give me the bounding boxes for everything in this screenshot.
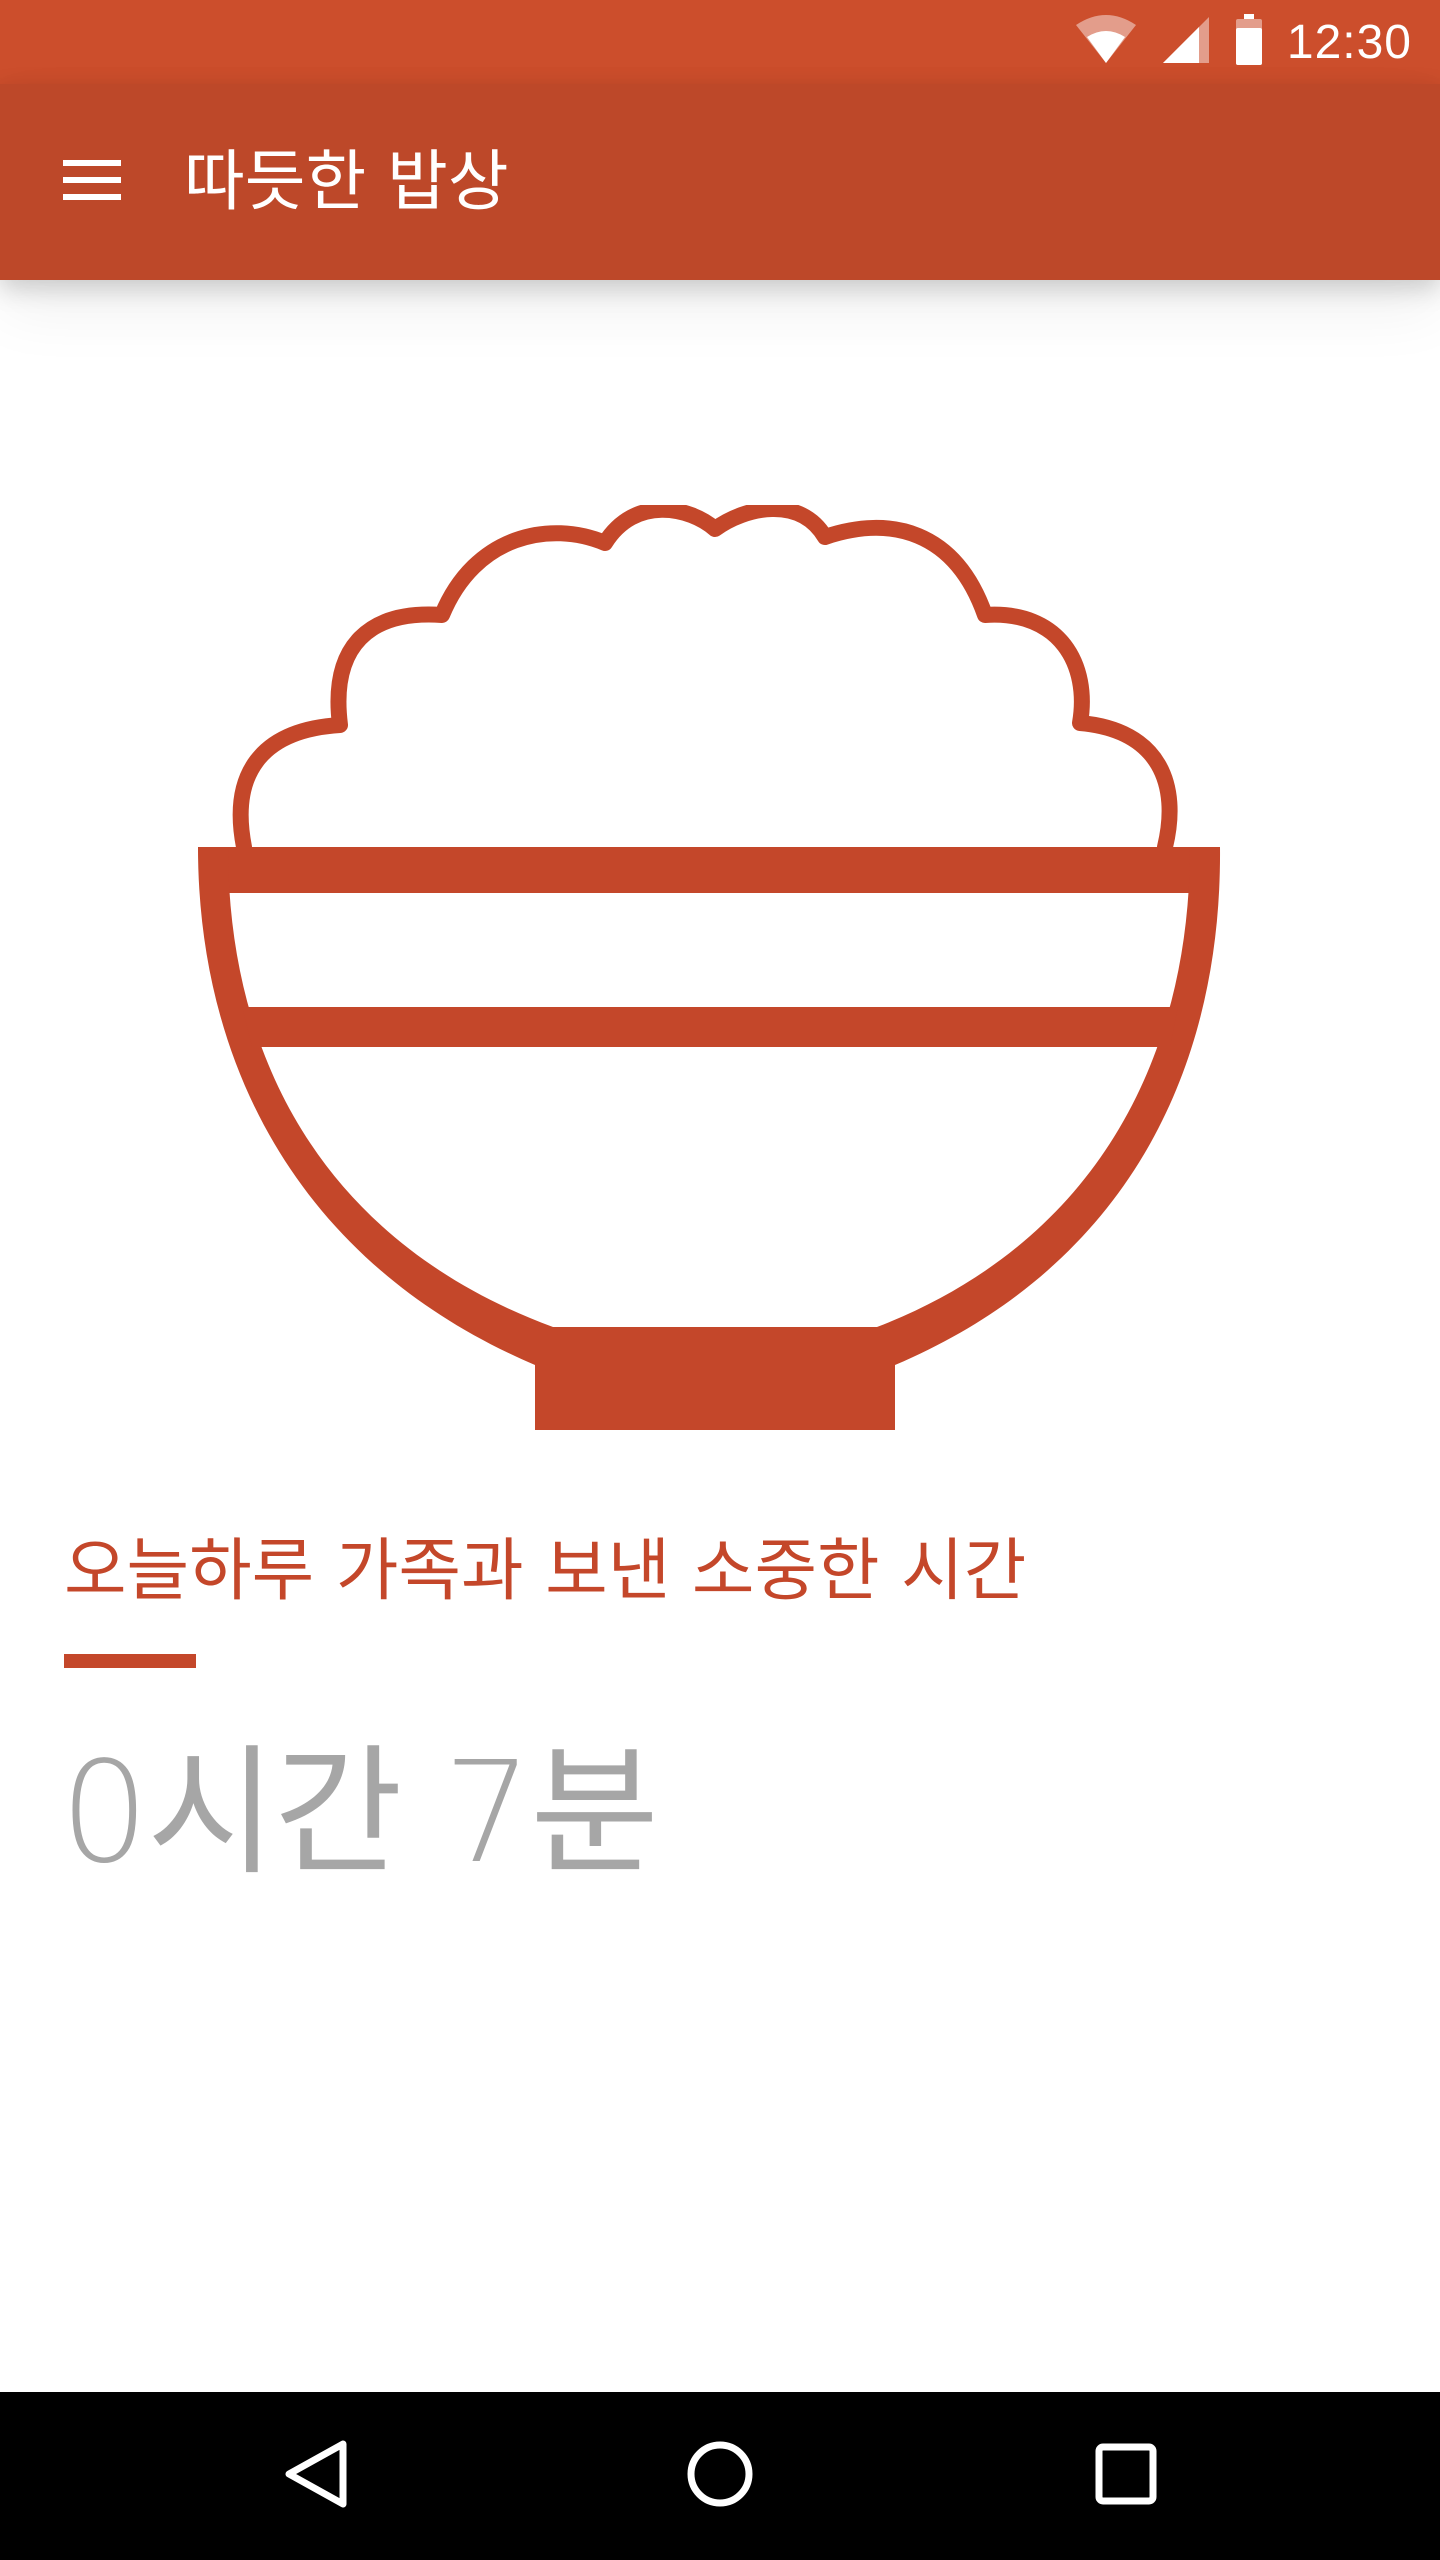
status-bar: 12:30	[0, 0, 1440, 84]
rice-bowl-icon	[198, 501, 1221, 1430]
hamburger-menu-icon	[63, 160, 121, 204]
rice-bowl-illustration	[190, 501, 1230, 1450]
recents-button[interactable]	[1066, 2416, 1186, 2536]
family-time-caption: 오늘하루 가족과 보낸 소중한 시간	[64, 1532, 1027, 1611]
home-icon	[684, 2438, 756, 2514]
app-bar: 따듯한 밥상	[0, 84, 1440, 280]
app-title: 따듯한 밥상	[184, 143, 509, 220]
status-icons: 12:30	[1075, 0, 1412, 84]
back-icon	[281, 2438, 351, 2514]
battery-icon	[1235, 14, 1263, 70]
navigation-bar	[0, 2392, 1440, 2560]
recents-icon	[1094, 2442, 1158, 2510]
back-button[interactable]	[256, 2416, 376, 2536]
family-time-value: 0시간 7분	[60, 1732, 659, 1895]
cell-signal-icon	[1161, 15, 1211, 69]
menu-button[interactable]	[48, 138, 136, 226]
accent-divider	[64, 1654, 196, 1668]
status-time: 12:30	[1286, 15, 1412, 69]
wifi-icon	[1075, 15, 1137, 69]
home-button[interactable]	[660, 2416, 780, 2536]
